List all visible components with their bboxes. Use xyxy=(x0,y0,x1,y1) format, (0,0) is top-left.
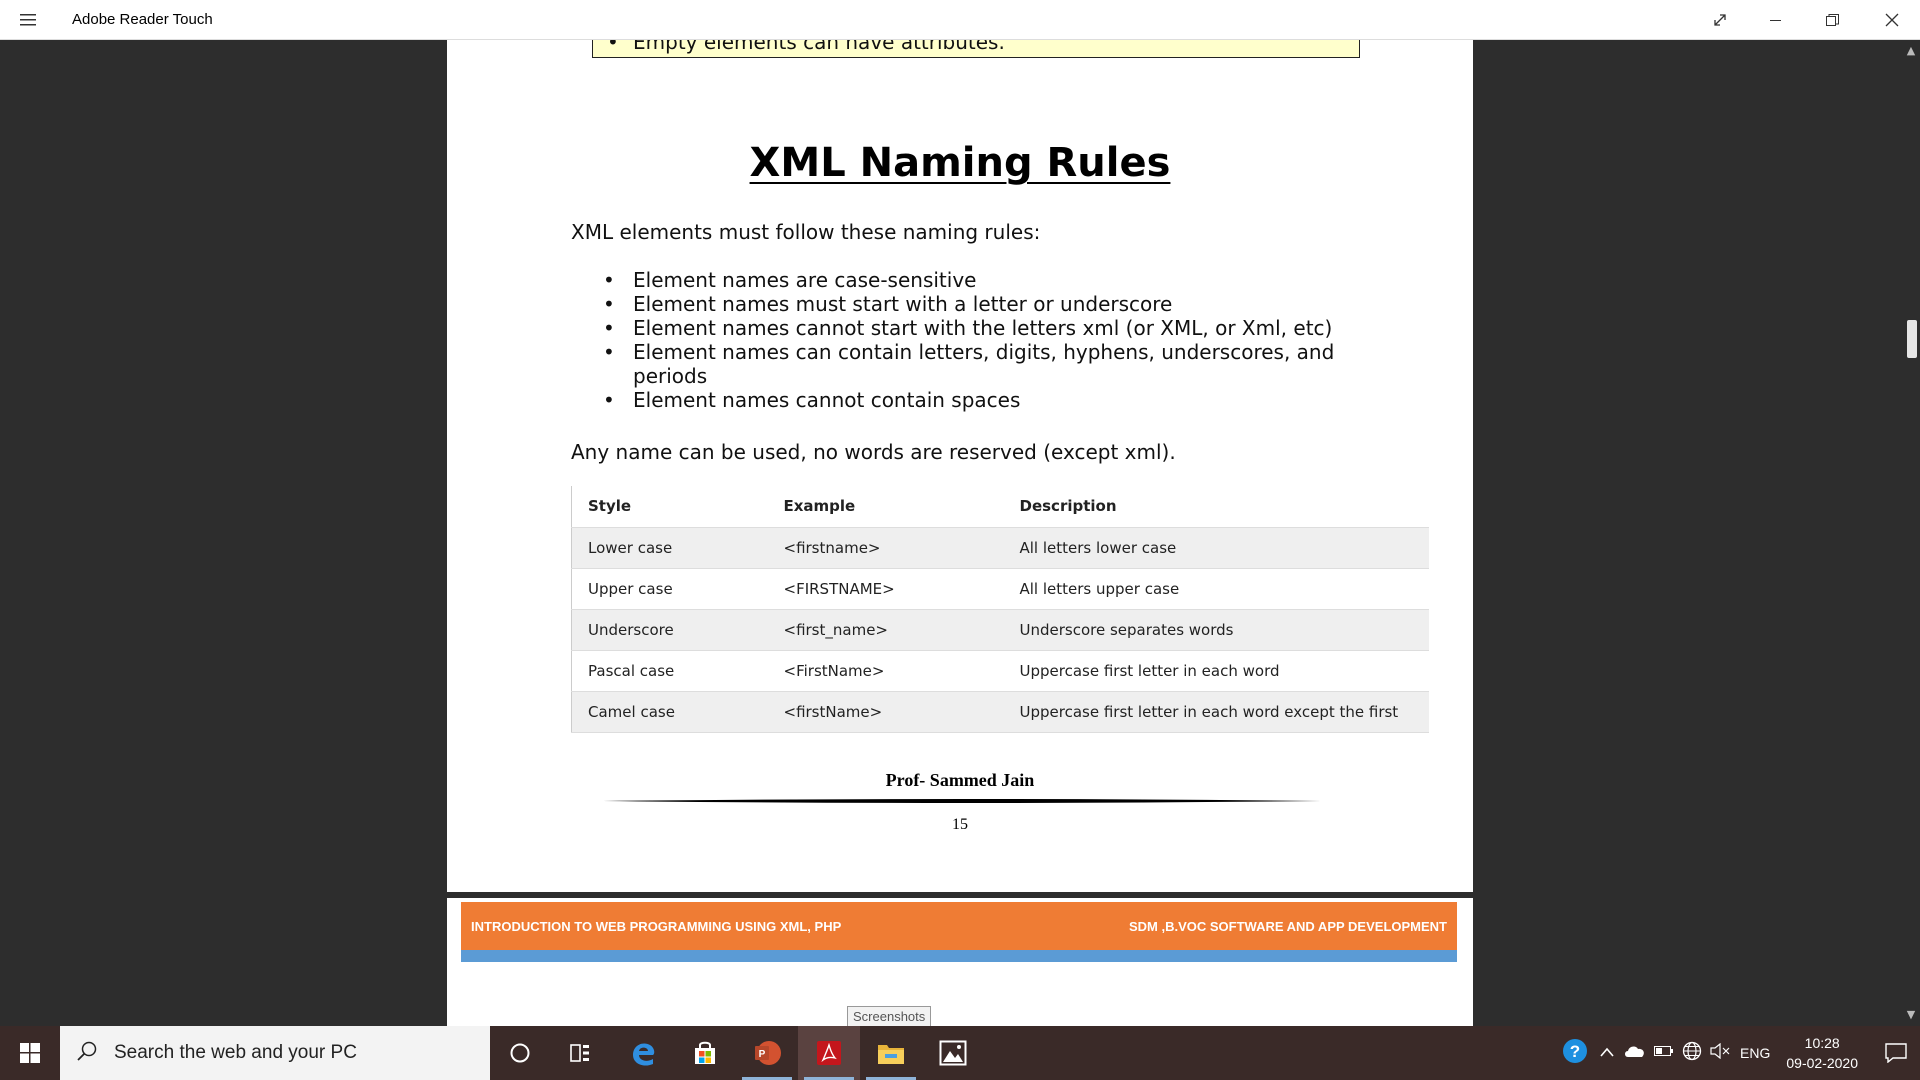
start-button[interactable] xyxy=(0,1026,60,1080)
banner-right-text: SDM ,B.VOC SOFTWARE AND APP DEVELOPMENT xyxy=(1128,918,1447,934)
table-cell: <firstname> xyxy=(767,526,1004,568)
table-row: Pascal case <FirstName> Uppercase first … xyxy=(571,649,1429,691)
full-screen-icon[interactable] xyxy=(1692,0,1748,40)
scroll-up-icon[interactable]: ▲ xyxy=(1902,42,1920,60)
document-viewer[interactable]: • Empty elements can have attributes. XML… xyxy=(0,40,1920,1026)
svg-text:?: ? xyxy=(1570,1042,1580,1061)
photos-icon[interactable] xyxy=(922,1026,984,1080)
svg-text:P: P xyxy=(759,1049,766,1060)
table-cell: All letters upper case xyxy=(1003,567,1429,609)
vertical-scrollbar[interactable]: ▲ ▼ xyxy=(1902,40,1920,1026)
table-row: Lower case <firstname> All letters lower… xyxy=(571,526,1429,568)
table-cell: Lower case xyxy=(571,526,768,568)
clock-time: 10:28 xyxy=(1804,1035,1840,1051)
rule-item: Element names cannot contain spaces xyxy=(601,388,1361,412)
pdf-page-next: INTRODUCTION TO WEB PROGRAMMING USING XM… xyxy=(447,898,1473,1026)
column-header: Style xyxy=(588,497,632,516)
tooltip: Screenshots xyxy=(847,1006,932,1028)
table-cell: <first_name> xyxy=(767,608,1004,650)
previous-content-box: • Empty elements can have attributes. xyxy=(592,40,1360,58)
page-header-banner: INTRODUCTION TO WEB PROGRAMMING USING XM… xyxy=(461,902,1457,962)
network-globe-icon[interactable] xyxy=(1682,1041,1702,1066)
page-heading: XML Naming Rules xyxy=(749,140,1171,186)
table-cell: All letters lower case xyxy=(1003,526,1429,568)
table-header-row: Style Example Description xyxy=(572,486,1430,527)
cortana-icon[interactable] xyxy=(489,1026,551,1080)
clock-date: 09-02-2020 xyxy=(1786,1055,1858,1071)
page-number: 15 xyxy=(952,816,968,833)
table-cell: <FIRSTNAME> xyxy=(767,567,1004,609)
minimize-button[interactable] xyxy=(1748,0,1804,40)
table-row: Camel case <firstName> Uppercase first l… xyxy=(571,690,1429,733)
system-tray: ? ENG 10:28 09-02-2020 xyxy=(1562,1026,1920,1080)
store-icon[interactable] xyxy=(674,1026,736,1080)
table-cell: Underscore xyxy=(571,608,768,650)
table-cell: Uppercase first letter in each word xyxy=(1003,649,1429,691)
notifications-icon[interactable] xyxy=(1872,1026,1920,1080)
help-icon[interactable]: ? xyxy=(1562,1038,1588,1069)
scroll-thumb[interactable] xyxy=(1907,320,1917,358)
rules-list: Element names are case-sensitive Element… xyxy=(601,268,1361,412)
table-cell: Pascal case xyxy=(571,649,768,691)
file-explorer-icon[interactable] xyxy=(860,1026,922,1080)
table-cell: Underscore separates words xyxy=(1003,608,1429,650)
title-bar: Adobe Reader Touch xyxy=(0,0,1920,40)
clock[interactable]: 10:28 09-02-2020 xyxy=(1786,1033,1858,1073)
battery-icon[interactable] xyxy=(1654,1044,1674,1062)
edge-icon[interactable] xyxy=(612,1026,674,1080)
rule-item: Element names can contain letters, digit… xyxy=(601,340,1361,388)
scroll-down-icon[interactable]: ▼ xyxy=(1902,1006,1920,1024)
banner-orange-bar: INTRODUCTION TO WEB PROGRAMMING USING XM… xyxy=(461,902,1457,950)
volume-muted-icon[interactable] xyxy=(1710,1042,1730,1064)
task-view-icon[interactable] xyxy=(550,1026,612,1080)
table-cell: <FirstName> xyxy=(767,649,1004,691)
rule-item: Element names must start with a letter o… xyxy=(601,292,1361,316)
rule-item: Element names are case-sensitive xyxy=(601,268,1361,292)
banner-left-text: INTRODUCTION TO WEB PROGRAMMING USING XM… xyxy=(471,918,842,934)
naming-styles-table: Style Example Description Lower case <fi… xyxy=(571,486,1429,733)
language-indicator[interactable]: ENG xyxy=(1740,1045,1770,1061)
previous-box-text: Empty elements can have attributes. xyxy=(633,40,1005,54)
table-row: Upper case <FIRSTNAME> All letters upper… xyxy=(571,567,1429,609)
onedrive-icon[interactable] xyxy=(1624,1044,1646,1063)
table-row: Underscore <first_name> Underscore separ… xyxy=(571,608,1429,650)
intro-text: XML elements must follow these naming ru… xyxy=(571,220,1041,244)
rule-item: Element names cannot start with the lett… xyxy=(601,316,1361,340)
powerpoint-icon[interactable]: P xyxy=(736,1026,798,1080)
restore-button[interactable] xyxy=(1804,0,1860,40)
search-icon xyxy=(76,1040,98,1066)
app-title: Adobe Reader Touch xyxy=(72,11,213,28)
column-header: Description xyxy=(1019,497,1117,516)
table-cell: Uppercase first letter in each word exce… xyxy=(1003,690,1429,733)
taskbar-search-box[interactable]: Search the web and your PC xyxy=(60,1026,490,1080)
note-text: Any name can be used, no words are reser… xyxy=(571,440,1176,464)
footer-divider xyxy=(603,799,1321,803)
search-placeholder: Search the web and your PC xyxy=(114,1042,357,1063)
column-header: Example xyxy=(783,497,856,516)
windows-icon xyxy=(20,1043,40,1063)
table-cell: Camel case xyxy=(571,690,768,733)
table-cell: <firstName> xyxy=(767,690,1004,733)
adobe-reader-icon[interactable] xyxy=(798,1026,860,1080)
banner-blue-bar xyxy=(461,950,1457,962)
table-cell: Upper case xyxy=(571,567,768,609)
footer-author: Prof- Sammed Jain xyxy=(885,770,1035,790)
close-button[interactable] xyxy=(1864,0,1920,40)
hamburger-menu-icon[interactable] xyxy=(0,0,56,40)
pdf-page: • Empty elements can have attributes. XML… xyxy=(447,40,1473,892)
chevron-up-icon[interactable] xyxy=(1600,1044,1614,1062)
